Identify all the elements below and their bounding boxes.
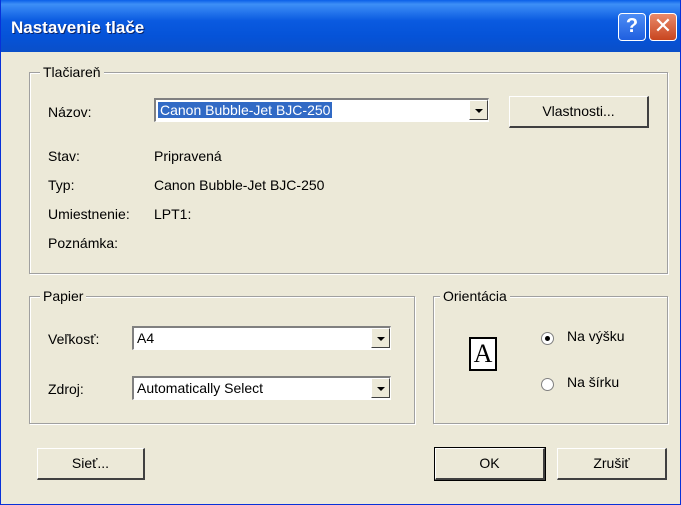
type-value: Canon Bubble-Jet BJC-250 (154, 177, 325, 193)
landscape-radio[interactable] (541, 378, 554, 391)
chevron-down-icon[interactable] (469, 100, 488, 120)
properties-button[interactable]: Vlastnosti... (509, 96, 649, 128)
chevron-down-icon[interactable] (371, 328, 390, 348)
paper-source-select[interactable]: Automatically Select (132, 376, 391, 400)
help-icon: ? (625, 15, 639, 37)
portrait-page-icon: A (469, 337, 497, 371)
printer-group-label: Tlačiareň (40, 64, 104, 80)
portrait-label[interactable]: Na výšku (567, 328, 625, 344)
help-button[interactable]: ? (618, 13, 646, 41)
portrait-radio[interactable] (541, 332, 554, 345)
status-label: Stav: (48, 148, 80, 164)
orientation-group-label: Orientácia (440, 288, 510, 304)
ok-button[interactable]: OK (434, 447, 546, 481)
printer-name-value: Canon Bubble-Jet BJC-250 (158, 102, 333, 118)
location-value: LPT1: (154, 206, 192, 222)
type-label: Typ: (48, 177, 75, 193)
paper-source-label: Zdroj: (48, 381, 84, 397)
comment-label: Poznámka: (48, 235, 119, 251)
paper-size-label: Veľkosť: (48, 331, 100, 347)
network-button[interactable]: Sieť... (37, 448, 145, 480)
window-title: Nastavenie tlače (11, 18, 145, 37)
title-bar[interactable]: Nastavenie tlače ? ✕ (1, 0, 680, 52)
paper-group-label: Papier (40, 288, 87, 304)
print-setup-dialog: Nastavenie tlače ? ✕ Tlačiareň Názov: Ca… (0, 0, 681, 505)
printer-name-select[interactable]: Canon Bubble-Jet BJC-250 (154, 98, 489, 122)
paper-size-select[interactable]: A4 (132, 326, 391, 350)
chevron-down-icon[interactable] (371, 378, 390, 398)
paper-source-value: Automatically Select (137, 380, 264, 396)
status-value: Pripravená (154, 148, 222, 164)
cancel-button[interactable]: Zrušiť (557, 448, 667, 480)
printer-name-label: Názov: (48, 104, 92, 120)
paper-group: Papier (29, 288, 415, 424)
location-label: Umiestnenie: (48, 206, 130, 222)
paper-size-value: A4 (137, 330, 155, 346)
close-icon: ✕ (653, 13, 673, 38)
close-button[interactable]: ✕ (649, 13, 677, 41)
landscape-label[interactable]: Na šírku (567, 374, 619, 390)
